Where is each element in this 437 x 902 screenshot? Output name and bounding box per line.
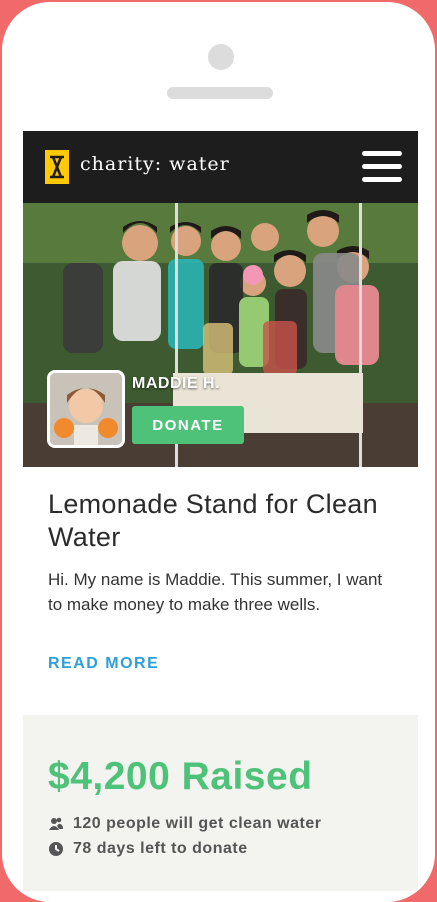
phone-frame: charity: water MADDIE H. DONATE Lemonade… — [2, 2, 435, 902]
campaign-description: Hi. My name is Maddie. This summer, I wa… — [48, 570, 383, 614]
fundraising-stats: $4,200 Raised 120 people will get clean … — [23, 715, 418, 891]
clock-icon — [48, 841, 64, 857]
campaign-title: Lemonade Stand for Clean Water — [48, 489, 378, 552]
phone-speaker — [167, 87, 273, 99]
people-stat-text: 120 people will get clean water — [73, 815, 322, 832]
amount-raised: $4,200 Raised — [48, 755, 313, 798]
app-screen: charity: water MADDIE H. DONATE Lemonade… — [23, 131, 418, 891]
jerry-can-logo-icon[interactable] — [45, 150, 69, 184]
people-stat: 120 people will get clean water — [48, 815, 321, 833]
top-navigation-bar: charity: water — [23, 131, 418, 203]
donate-button[interactable]: DONATE — [132, 406, 244, 444]
fundraiser-avatar[interactable] — [47, 370, 125, 448]
days-stat-text: 78 days left to donate — [73, 840, 248, 857]
people-icon — [48, 816, 64, 832]
phone-camera — [208, 44, 234, 70]
days-stat: 78 days left to donate — [48, 840, 248, 858]
hamburger-menu-icon[interactable] — [362, 151, 402, 183]
brand-name[interactable]: charity: water — [80, 153, 230, 175]
fundraiser-name[interactable]: MADDIE H. — [132, 375, 220, 393]
read-more-link[interactable]: READ MORE — [48, 655, 159, 673]
